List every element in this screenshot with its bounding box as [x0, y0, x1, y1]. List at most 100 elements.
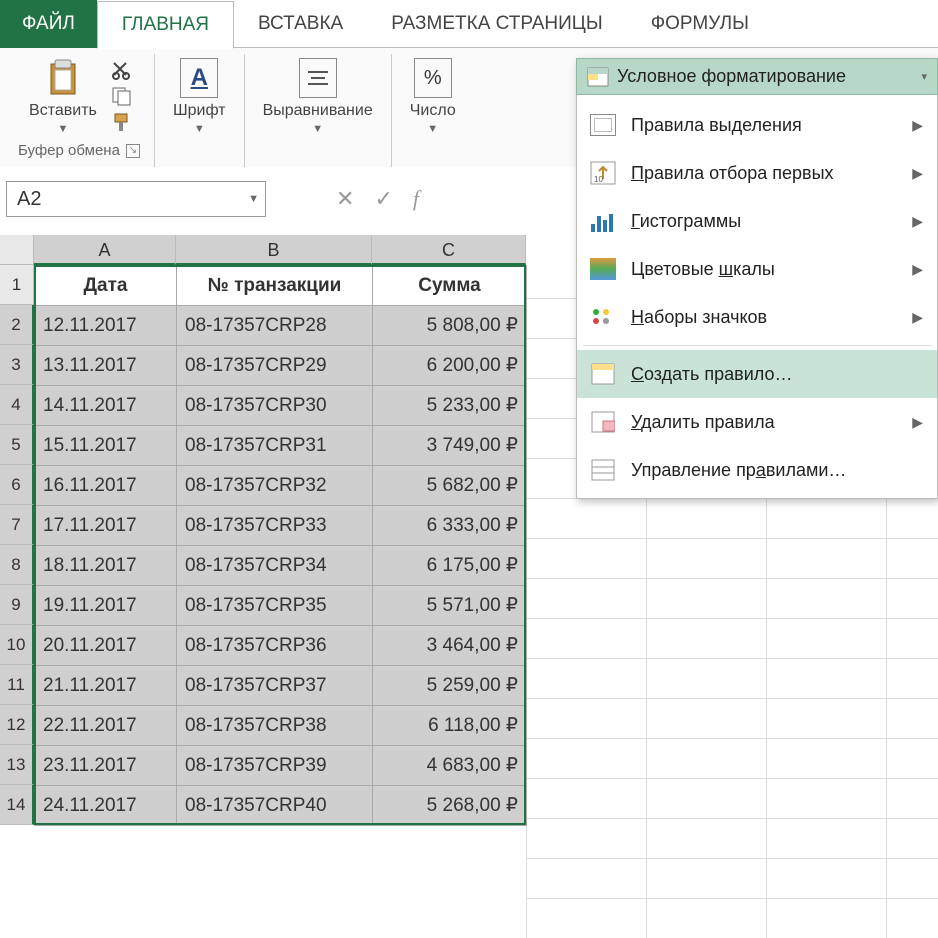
row-header[interactable]: 12 — [0, 705, 34, 745]
row-header[interactable]: 13 — [0, 745, 34, 785]
col-header-C[interactable]: C — [372, 235, 526, 265]
cell[interactable]: 20.11.2017 — [35, 626, 177, 666]
row-header[interactable]: 4 — [0, 385, 34, 425]
conditional-formatting-header[interactable]: Условное форматирование ▾ — [576, 58, 938, 95]
row-header[interactable]: 9 — [0, 585, 34, 625]
cell[interactable]: Дата — [35, 266, 177, 306]
row-header[interactable]: 11 — [0, 665, 34, 705]
cell[interactable]: 08-17357CRP39 — [177, 746, 373, 786]
cell[interactable]: 08-17357CRP29 — [177, 346, 373, 386]
tab-file[interactable]: ФАЙЛ — [0, 0, 97, 48]
cell[interactable]: 12.11.2017 — [35, 306, 177, 346]
cell[interactable]: 5 571,00 ₽ — [373, 586, 527, 626]
table-row[interactable]: 12.11.201708-17357CRP285 808,00 ₽ — [35, 306, 527, 346]
tab-formulas[interactable]: ФОРМУЛЫ — [627, 0, 773, 48]
table-row[interactable]: 19.11.201708-17357CRP355 571,00 ₽ — [35, 586, 527, 626]
menu-manage-rules[interactable]: Управление правилами… — [577, 446, 937, 494]
cell[interactable]: 17.11.2017 — [35, 506, 177, 546]
cell[interactable]: 4 683,00 ₽ — [373, 746, 527, 786]
table-row[interactable]: 20.11.201708-17357CRP363 464,00 ₽ — [35, 626, 527, 666]
menu-top-bottom-rules[interactable]: 10 ППравила отбора первыхравила отбора п… — [577, 149, 937, 197]
table-row[interactable]: 24.11.201708-17357CRP405 268,00 ₽ — [35, 786, 527, 826]
confirm-icon[interactable]: ✓ — [374, 186, 392, 212]
table-row[interactable]: 17.11.201708-17357CRP336 333,00 ₽ — [35, 506, 527, 546]
cut-icon[interactable] — [111, 60, 133, 80]
menu-color-scales[interactable]: Цветовые шкалы ▶ — [577, 245, 937, 293]
cell[interactable]: 08-17357CRP28 — [177, 306, 373, 346]
cell[interactable]: 08-17357CRP32 — [177, 466, 373, 506]
cell[interactable]: 16.11.2017 — [35, 466, 177, 506]
clipboard-dialog-launcher[interactable]: ↘ — [126, 144, 140, 158]
table-row[interactable]: 22.11.201708-17357CRP386 118,00 ₽ — [35, 706, 527, 746]
cell[interactable]: 08-17357CRP33 — [177, 506, 373, 546]
cell[interactable]: 08-17357CRP35 — [177, 586, 373, 626]
col-header-A[interactable]: A — [34, 235, 176, 265]
col-header-B[interactable]: B — [176, 235, 372, 265]
row-header[interactable]: 10 — [0, 625, 34, 665]
name-box[interactable]: A2 ▼ — [6, 181, 266, 217]
cell[interactable]: 5 259,00 ₽ — [373, 666, 527, 706]
fx-icon[interactable]: f — [413, 186, 419, 212]
cell[interactable]: 21.11.2017 — [35, 666, 177, 706]
copy-icon[interactable] — [111, 86, 133, 106]
row-header[interactable]: 5 — [0, 425, 34, 465]
format-painter-icon[interactable] — [111, 112, 133, 132]
cell[interactable]: 3 464,00 ₽ — [373, 626, 527, 666]
cell[interactable]: 08-17357CRP40 — [177, 786, 373, 826]
cell[interactable]: 3 749,00 ₽ — [373, 426, 527, 466]
cell[interactable]: 5 808,00 ₽ — [373, 306, 527, 346]
table-row[interactable]: 14.11.201708-17357CRP305 233,00 ₽ — [35, 386, 527, 426]
cell[interactable]: 6 175,00 ₽ — [373, 546, 527, 586]
menu-data-bars[interactable]: Гистограммы ▶ — [577, 197, 937, 245]
select-all-corner[interactable] — [0, 235, 34, 265]
row-header[interactable]: 1 — [0, 265, 34, 305]
cell[interactable]: № транзакции — [177, 266, 373, 306]
number-button[interactable]: % Число ▼ — [406, 56, 460, 136]
cell[interactable]: 6 118,00 ₽ — [373, 706, 527, 746]
paste-button[interactable]: Вставить ▼ — [25, 56, 101, 136]
font-button[interactable]: А Шрифт ▼ — [169, 56, 230, 136]
cell[interactable]: 6 333,00 ₽ — [373, 506, 527, 546]
cell[interactable]: 6 200,00 ₽ — [373, 346, 527, 386]
cell[interactable]: 18.11.2017 — [35, 546, 177, 586]
cell[interactable]: 08-17357CRP36 — [177, 626, 373, 666]
table-row[interactable]: 23.11.201708-17357CRP394 683,00 ₽ — [35, 746, 527, 786]
cell[interactable]: 5 682,00 ₽ — [373, 466, 527, 506]
menu-icon-sets[interactable]: Наборы значков ▶ — [577, 293, 937, 341]
cancel-icon[interactable]: ✕ — [336, 186, 354, 212]
cell[interactable]: 15.11.2017 — [35, 426, 177, 466]
cell[interactable]: 08-17357CRP31 — [177, 426, 373, 466]
table-row[interactable]: 21.11.201708-17357CRP375 259,00 ₽ — [35, 666, 527, 706]
cell[interactable]: 5 268,00 ₽ — [373, 786, 527, 826]
row-header[interactable]: 2 — [0, 305, 34, 345]
table-row[interactable]: 18.11.201708-17357CRP346 175,00 ₽ — [35, 546, 527, 586]
cell[interactable]: 24.11.2017 — [35, 786, 177, 826]
alignment-button[interactable]: Выравнивание ▼ — [259, 56, 377, 136]
menu-highlight-cells-rules[interactable]: Правила выделения ▶ — [577, 101, 937, 149]
cell[interactable]: 22.11.2017 — [35, 706, 177, 746]
row-header[interactable]: 7 — [0, 505, 34, 545]
cell[interactable]: 23.11.2017 — [35, 746, 177, 786]
row-header[interactable]: 8 — [0, 545, 34, 585]
cell[interactable]: 08-17357CRP34 — [177, 546, 373, 586]
data-table[interactable]: Дата№ транзакцииСумма12.11.201708-17357C… — [34, 265, 527, 826]
cell[interactable]: 19.11.2017 — [35, 586, 177, 626]
tab-home[interactable]: ГЛАВНАЯ — [97, 1, 234, 49]
tab-page-layout[interactable]: РАЗМЕТКА СТРАНИЦЫ — [367, 0, 627, 48]
menu-new-rule[interactable]: Создать правило… — [577, 350, 937, 398]
cell[interactable]: 08-17357CRP30 — [177, 386, 373, 426]
table-row[interactable]: 15.11.201708-17357CRP313 749,00 ₽ — [35, 426, 527, 466]
table-row[interactable]: 16.11.201708-17357CRP325 682,00 ₽ — [35, 466, 527, 506]
cell[interactable]: 5 233,00 ₽ — [373, 386, 527, 426]
cell[interactable]: Сумма — [373, 266, 527, 306]
cell[interactable]: 08-17357CRP38 — [177, 706, 373, 746]
table-row[interactable]: Дата№ транзакцииСумма — [35, 266, 527, 306]
menu-clear-rules[interactable]: Удалить правила ▶ — [577, 398, 937, 446]
tab-insert[interactable]: ВСТАВКА — [234, 0, 367, 48]
cell[interactable]: 13.11.2017 — [35, 346, 177, 386]
table-row[interactable]: 13.11.201708-17357CRP296 200,00 ₽ — [35, 346, 527, 386]
row-header[interactable]: 3 — [0, 345, 34, 385]
row-header[interactable]: 6 — [0, 465, 34, 505]
row-header[interactable]: 14 — [0, 785, 34, 825]
cell[interactable]: 14.11.2017 — [35, 386, 177, 426]
